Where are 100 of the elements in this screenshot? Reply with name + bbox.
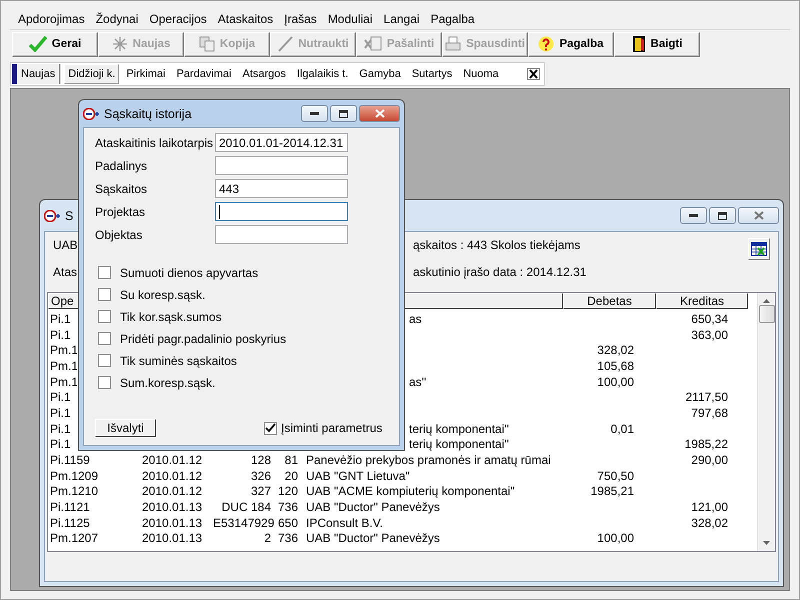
menu-item[interactable]: Įrašas <box>280 12 324 26</box>
input-field[interactable] <box>215 202 348 221</box>
table-cell-text: 2010.01.12 <box>141 484 204 498</box>
checkbox[interactable] <box>98 376 111 389</box>
checkbox[interactable] <box>98 310 111 323</box>
table-cell-text: Pi.1 <box>49 312 72 326</box>
menu-item[interactable]: Žodynai <box>92 12 146 26</box>
arrow-up-icon[interactable] <box>763 299 770 303</box>
checkbox[interactable] <box>264 422 277 434</box>
checkbox-label: Įsiminti parametrus <box>281 421 382 435</box>
table-cell-text: 736 <box>276 500 299 514</box>
table-cell-text: 2117,50 <box>684 390 729 404</box>
export-button[interactable] <box>748 238 770 260</box>
table-cell-text: Pi.1159 <box>49 453 91 468</box>
toolbar-button[interactable]: Pagalba <box>528 32 614 56</box>
tab[interactable]: Atsargos <box>238 64 290 84</box>
checkmark-icon <box>28 36 47 52</box>
field-label: Projektas <box>95 204 146 218</box>
maximize-button[interactable] <box>330 105 357 122</box>
tab[interactable]: Pardavimai <box>172 64 236 84</box>
window-title: S <box>65 208 74 222</box>
slash-icon <box>277 36 294 52</box>
table-cell-text: IPConsult B.V. <box>305 516 384 530</box>
checkbox-label: Tik suminės sąskaitos <box>120 354 237 368</box>
checkbox[interactable] <box>98 266 111 279</box>
tab[interactable]: Ilgalaikis t. <box>292 64 352 84</box>
tab[interactable]: Sutartys <box>408 64 456 84</box>
table-cell-text: 328,02 <box>690 516 729 530</box>
column-header[interactable]: Kreditas <box>656 293 748 309</box>
table-cell-text: 797,68 <box>690 406 729 420</box>
close-button[interactable] <box>359 105 400 122</box>
tab[interactable]: Nuoma <box>459 64 503 84</box>
close-icon <box>374 109 384 118</box>
input-field[interactable]: 2010.01.01-2014.12.31 <box>215 133 348 152</box>
maximize-icon <box>339 110 348 118</box>
minimize-button[interactable] <box>301 105 328 122</box>
menu-item[interactable]: Apdorojimas <box>14 12 92 26</box>
field-label: Sąskaitos <box>95 182 148 196</box>
clear-button[interactable]: Išvalyti <box>95 419 156 437</box>
table-cell-text: 328,02 <box>596 343 635 358</box>
table-cell-text: 120 <box>276 484 299 498</box>
table-cell-text: Pm.1 <box>49 374 77 389</box>
table-cell-text: Pi.1 <box>49 422 72 436</box>
tab[interactable]: Pirkimai <box>122 64 170 84</box>
table-cell-text: 2010.01.13 <box>141 516 204 530</box>
checkbox[interactable] <box>98 332 111 345</box>
menu-item[interactable]: Operacijos <box>145 12 214 26</box>
menu-item[interactable]: Moduliai <box>324 12 380 26</box>
maximize-button[interactable] <box>709 207 736 224</box>
minimize-button[interactable] <box>680 207 707 224</box>
table-cell-text: 81 <box>284 453 299 468</box>
table-cell-text: Pm.1210 <box>49 484 100 498</box>
menu-item[interactable]: Ataskaitos <box>214 12 280 26</box>
table-cell-text: 650 <box>276 516 299 530</box>
table-cell-text: Pi.1 <box>49 390 72 404</box>
sparkle-icon <box>112 36 128 52</box>
table-cell-text: Pi.1121 <box>49 500 91 514</box>
input-field[interactable] <box>215 156 348 175</box>
checkbox[interactable] <box>98 288 111 301</box>
checkbox-label: Sumuoti dienos apyvartas <box>120 266 258 280</box>
table-cell-text: 0,01 <box>610 422 635 436</box>
table-cell-text: 2 <box>263 531 272 546</box>
input-field[interactable] <box>215 225 348 244</box>
arrow-down-icon[interactable] <box>763 541 770 545</box>
close-icon <box>754 211 764 220</box>
strip-marker <box>12 64 17 84</box>
table-cell-text: 650,34 <box>690 312 729 326</box>
checkbox-label: Tik kor.sąsk.sumos <box>120 310 222 324</box>
table-cell-text: Pm.1207 <box>49 531 100 546</box>
column-header[interactable]: Debetas <box>563 293 656 309</box>
new-tab-button[interactable]: Naujas <box>17 64 62 84</box>
table-cell-text: Panevėžio prekybos pramonės ir amatų rūmai <box>305 453 552 468</box>
table-cell-text: 2010.01.12 <box>141 453 204 468</box>
table-cell-text: 327 <box>250 484 272 498</box>
tab[interactable]: Gamyba <box>355 64 405 84</box>
close-icon[interactable] <box>527 68 540 80</box>
checkbox[interactable] <box>98 354 111 367</box>
document-delete-icon <box>364 36 382 52</box>
input-field[interactable]: 443 <box>215 179 348 198</box>
info-text: askutinio įrašo data : 2014.12.31 <box>413 265 586 281</box>
dialog-title: Sąskaitų istorija <box>104 106 192 120</box>
table-cell-text: 100,00 <box>596 531 635 546</box>
table-cell-text: 1985,21 <box>590 484 635 498</box>
scrollbar-thumb[interactable] <box>758 305 774 323</box>
table-cell-text: as'' <box>408 374 428 389</box>
toolbar-button[interactable]: Baigti <box>614 32 700 56</box>
minimize-icon <box>310 112 319 116</box>
menu-item[interactable]: Langai <box>380 12 427 26</box>
close-button[interactable] <box>738 207 779 224</box>
info-text: Atas <box>53 265 78 281</box>
table-cell-text: DUC 184 <box>220 500 272 514</box>
table-cell-text: terių komponentai'' <box>408 422 510 436</box>
question-icon <box>538 36 554 52</box>
menu-item[interactable]: Pagalba <box>426 12 482 26</box>
table-cell-text: 290,00 <box>690 453 729 468</box>
table-cell-text: 2010.01.13 <box>141 500 204 514</box>
table-cell-text: Pi.1 <box>49 437 72 452</box>
scrollbar[interactable] <box>757 293 775 551</box>
toolbar-button[interactable]: Gerai <box>12 32 98 56</box>
tab[interactable]: Didžioji k. <box>64 64 120 84</box>
